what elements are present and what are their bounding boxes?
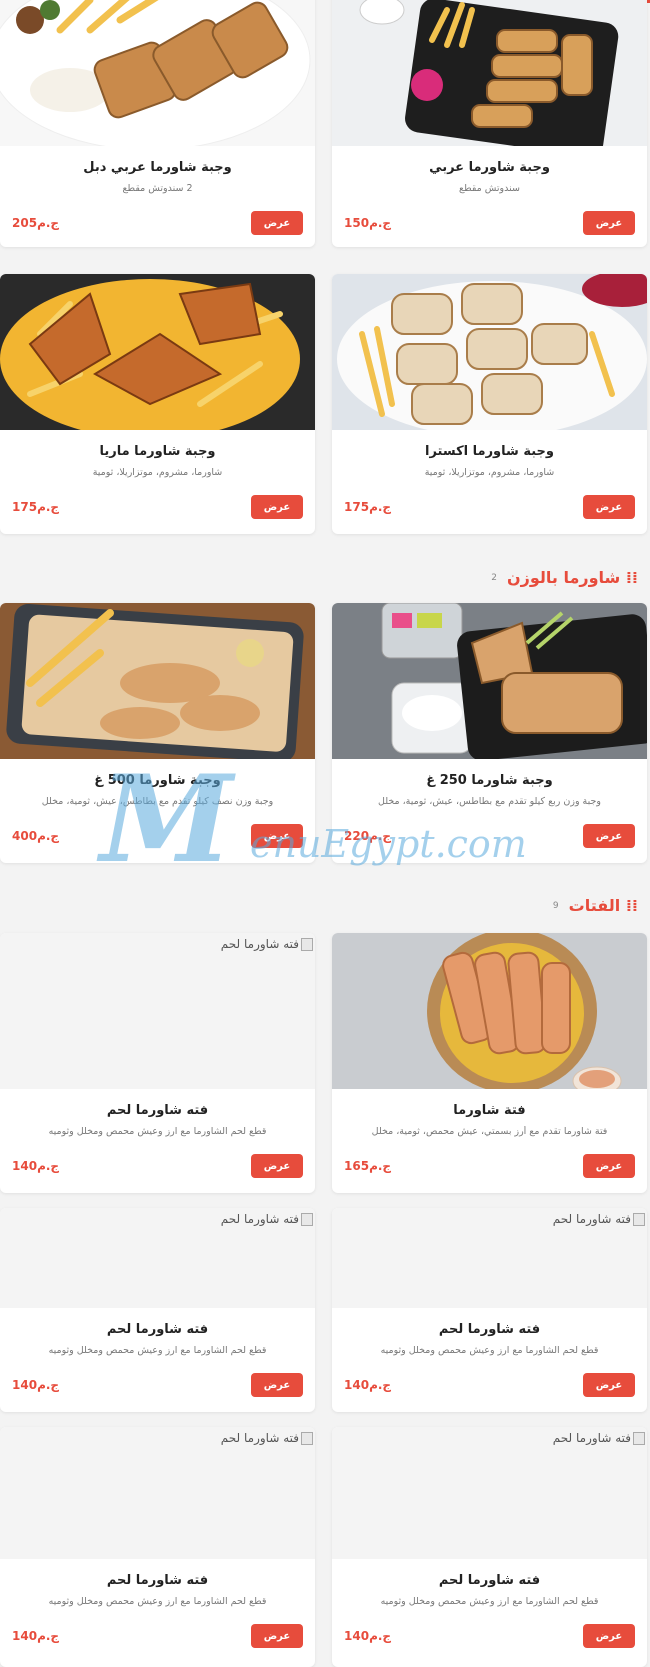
broken-image-icon — [301, 1212, 313, 1226]
item-description: قطع لحم الشاورما مع ارز وعيش محمص ومخلل … — [48, 1126, 267, 1137]
food-image-placeholder: فته شاورما لحم — [0, 933, 315, 1089]
item-description: قطع لحم الشاورما مع ارز وعيش محمص ومخلل … — [48, 1596, 267, 1607]
item-description: سندوتش مقطع — [459, 183, 520, 194]
menu-card[interactable]: فتة شاورما فتة شاورما تقدم مع أرز بسمتي،… — [332, 933, 647, 1193]
item-name: وجبة شاورما 500 غ — [94, 773, 221, 788]
food-image-placeholder: فته شاورما لحم — [332, 1427, 647, 1559]
view-button[interactable]: عرض — [251, 1373, 303, 1397]
food-image-placeholder: فته شاورما لحم — [332, 1208, 647, 1308]
food-image — [0, 603, 315, 759]
section-count: 2 — [491, 572, 497, 583]
item-description: 2 سندوتش مقطع — [122, 183, 193, 194]
food-image — [0, 274, 315, 430]
menu-card[interactable]: وجبة شاورما اكسترا شاورما، مشروم، موتزار… — [332, 274, 647, 534]
broken-image-icon — [301, 1431, 313, 1445]
item-description: وجبة وزن نصف كيلو تقدم مع بطاطس، عيش، ثو… — [41, 796, 274, 807]
broken-image-alt: فته شاورما لحم — [553, 1212, 645, 1226]
view-button[interactable]: عرض — [251, 824, 303, 848]
broken-image-icon — [633, 1431, 645, 1445]
menu-card[interactable]: فته شاورما لحم فته شاورما لحم قطع لحم ال… — [332, 1427, 647, 1667]
item-price: 140ج.م — [12, 1159, 60, 1173]
item-price: 140ج.م — [12, 1378, 60, 1392]
item-description: شاورما، مشروم، موتزاريلا، ثومية — [424, 467, 555, 478]
menu-card[interactable]: وجبة شاورما ماريا شاورما، مشروم، موتزاري… — [0, 274, 315, 534]
broken-image-alt: فته شاورما لحم — [221, 1431, 313, 1445]
menu-card[interactable]: فته شاورما لحم فته شاورما لحم قطع لحم ال… — [0, 933, 315, 1193]
item-name: فته شاورما لحم — [438, 1322, 541, 1337]
item-price: 220ج.م — [344, 829, 392, 843]
item-name: فته شاورما لحم — [106, 1322, 209, 1337]
food-image — [332, 603, 647, 759]
item-name: وجبة شاورما اكسترا — [425, 444, 554, 459]
menu-card[interactable]: فته شاورما لحم فته شاورما لحم قطع لحم ال… — [0, 1427, 315, 1667]
section-count: 9 — [552, 900, 559, 911]
menu-card[interactable]: فته شاورما لحم فته شاورما لحم قطع لحم ال… — [0, 1208, 315, 1412]
item-description: قطع لحم الشاورما مع ارز وعيش محمص ومخلل … — [48, 1345, 267, 1356]
item-price: 140ج.م — [344, 1629, 392, 1643]
broken-image-icon — [633, 1212, 645, 1226]
view-button[interactable]: عرض — [251, 1624, 303, 1648]
food-image-placeholder: فته شاورما لحم — [0, 1208, 315, 1308]
food-image — [332, 274, 647, 430]
view-button[interactable]: عرض — [583, 1154, 635, 1178]
item-description: قطع لحم الشاورما مع ارز وعيش محمص ومخلل … — [380, 1596, 599, 1607]
view-button[interactable]: عرض — [251, 211, 303, 235]
item-price: 205ج.م — [12, 216, 60, 230]
item-price: 175ج.م — [12, 500, 60, 514]
item-price: 165ج.م — [344, 1159, 392, 1173]
view-button[interactable]: عرض — [251, 495, 303, 519]
item-description: شاورما، مشروم، موتزاريلا، ثومية — [92, 467, 223, 478]
broken-image-alt: فته شاورما لحم — [221, 1212, 313, 1226]
section-header-weight: ⁞⁞ شاورما بالوزن 2 — [491, 568, 638, 587]
broken-image-alt: فته شاورما لحم — [221, 937, 313, 951]
item-name: فته شاورما لحم — [438, 1573, 541, 1588]
item-name: وجبة شاورما عربي — [429, 160, 550, 175]
menu-card[interactable]: فته شاورما لحم فته شاورما لحم قطع لحم ال… — [332, 1208, 647, 1412]
view-button[interactable]: عرض — [583, 1624, 635, 1648]
item-price: 140ج.م — [344, 1378, 392, 1392]
menu-card[interactable]: وجبة شاورما 500 غ وجبة وزن نصف كيلو تقدم… — [0, 603, 315, 863]
menu-card[interactable]: وجبة شاورما عربي سندوتش مقطع 150ج.م عرض — [332, 0, 647, 247]
view-button[interactable]: عرض — [583, 1373, 635, 1397]
broken-image-alt: فته شاورما لحم — [553, 1431, 645, 1445]
menu-card[interactable]: وجبة شاورما عربي دبل 2 سندوتش مقطع 205ج.… — [0, 0, 315, 247]
broken-image-icon — [301, 937, 313, 951]
view-button[interactable]: عرض — [583, 824, 635, 848]
food-image-placeholder: فته شاورما لحم — [0, 1427, 315, 1559]
food-image — [332, 933, 647, 1089]
item-name: فته شاورما لحم — [106, 1573, 209, 1588]
food-image — [0, 0, 315, 146]
item-description: قطع لحم الشاورما مع ارز وعيش محمص ومخلل … — [380, 1345, 599, 1356]
view-button[interactable]: عرض — [583, 495, 635, 519]
item-name: وجبة شاورما ماريا — [99, 444, 216, 459]
section-title: ⁞⁞ شاورما بالوزن — [506, 568, 638, 587]
food-image — [332, 0, 647, 146]
section-title: ⁞⁞ الفتات — [568, 896, 638, 915]
item-price: 140ج.م — [12, 1629, 60, 1643]
item-price: 175ج.م — [344, 500, 392, 514]
menu-card[interactable]: وجبة شاورما 250 غ وجبة وزن ربع كيلو تقدم… — [332, 603, 647, 863]
item-name: وجبة شاورما 250 غ — [426, 773, 553, 788]
item-name: فته شاورما لحم — [106, 1103, 209, 1118]
item-price: 400ج.م — [12, 829, 60, 843]
item-description: فتة شاورما تقدم مع أرز بسمتي، عيش محمص، … — [371, 1126, 608, 1137]
item-name: فتة شاورما — [453, 1103, 526, 1118]
view-button[interactable]: عرض — [583, 211, 635, 235]
view-button[interactable]: عرض — [251, 1154, 303, 1178]
section-header-fattah: ⁞⁞ الفتات 9 — [553, 896, 638, 915]
item-price: 150ج.م — [344, 216, 392, 230]
item-description: وجبة وزن ربع كيلو تقدم مع بطاطس، عيش، ثو… — [378, 796, 601, 807]
item-name: وجبة شاورما عربي دبل — [83, 160, 232, 175]
